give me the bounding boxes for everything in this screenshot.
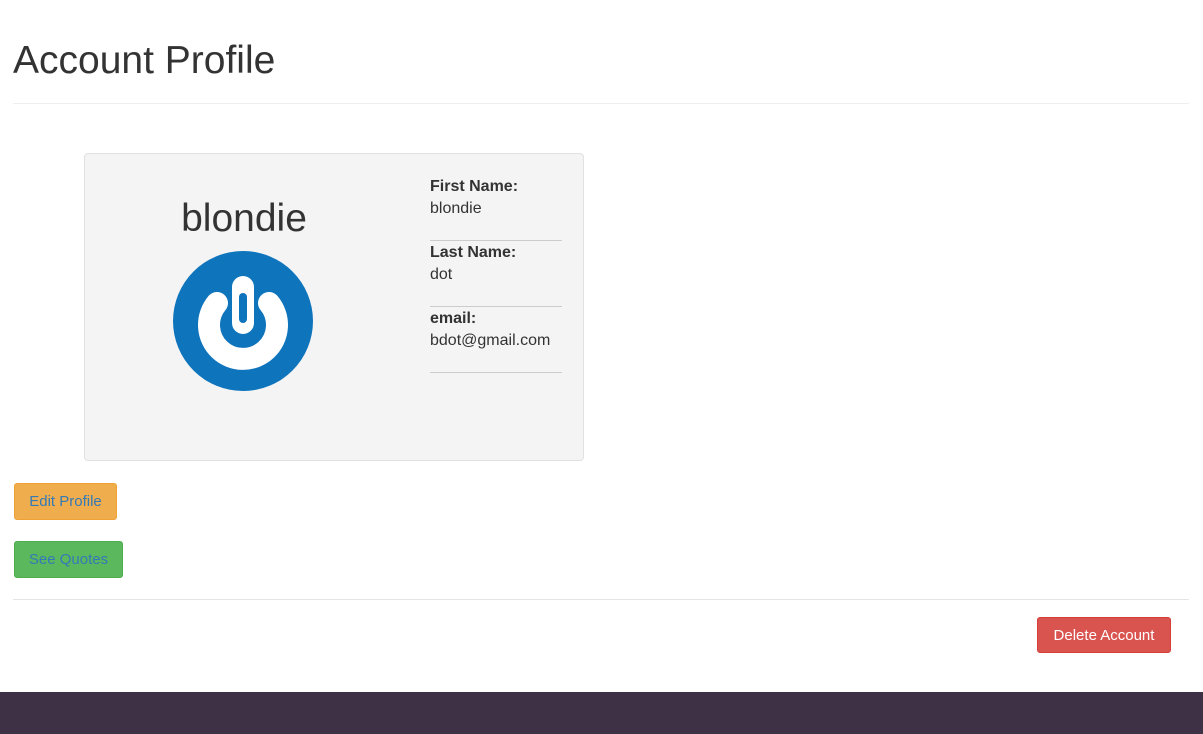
email-field: email: bdot@gmail.com: [430, 309, 562, 353]
first-name-field: First Name: blondie: [430, 177, 562, 221]
title-divider: [13, 103, 1189, 104]
last-name-value: dot: [430, 266, 453, 283]
first-name-value: blondie: [430, 200, 482, 217]
delete-account-button[interactable]: Delete Account: [1037, 617, 1171, 653]
email-value: bdot@gmail.com: [430, 332, 551, 349]
first-name-label: First Name:: [430, 178, 519, 195]
see-quotes-button[interactable]: See Quotes: [14, 541, 123, 578]
profile-username: blondie: [181, 197, 307, 240]
profile-card: blondie First Name: blondie Last Name: d…: [84, 153, 584, 461]
field-divider: [430, 372, 562, 373]
page-title: Account Profile: [13, 39, 276, 82]
power-icon: [173, 251, 313, 391]
edit-profile-button[interactable]: Edit Profile: [14, 483, 117, 520]
actions-divider: [13, 599, 1189, 600]
field-divider: [430, 240, 562, 241]
last-name-field: Last Name: dot: [430, 243, 562, 287]
last-name-label: Last Name:: [430, 244, 517, 261]
email-label: email:: [430, 310, 477, 327]
page-footer: [0, 692, 1203, 734]
field-divider: [430, 306, 562, 307]
